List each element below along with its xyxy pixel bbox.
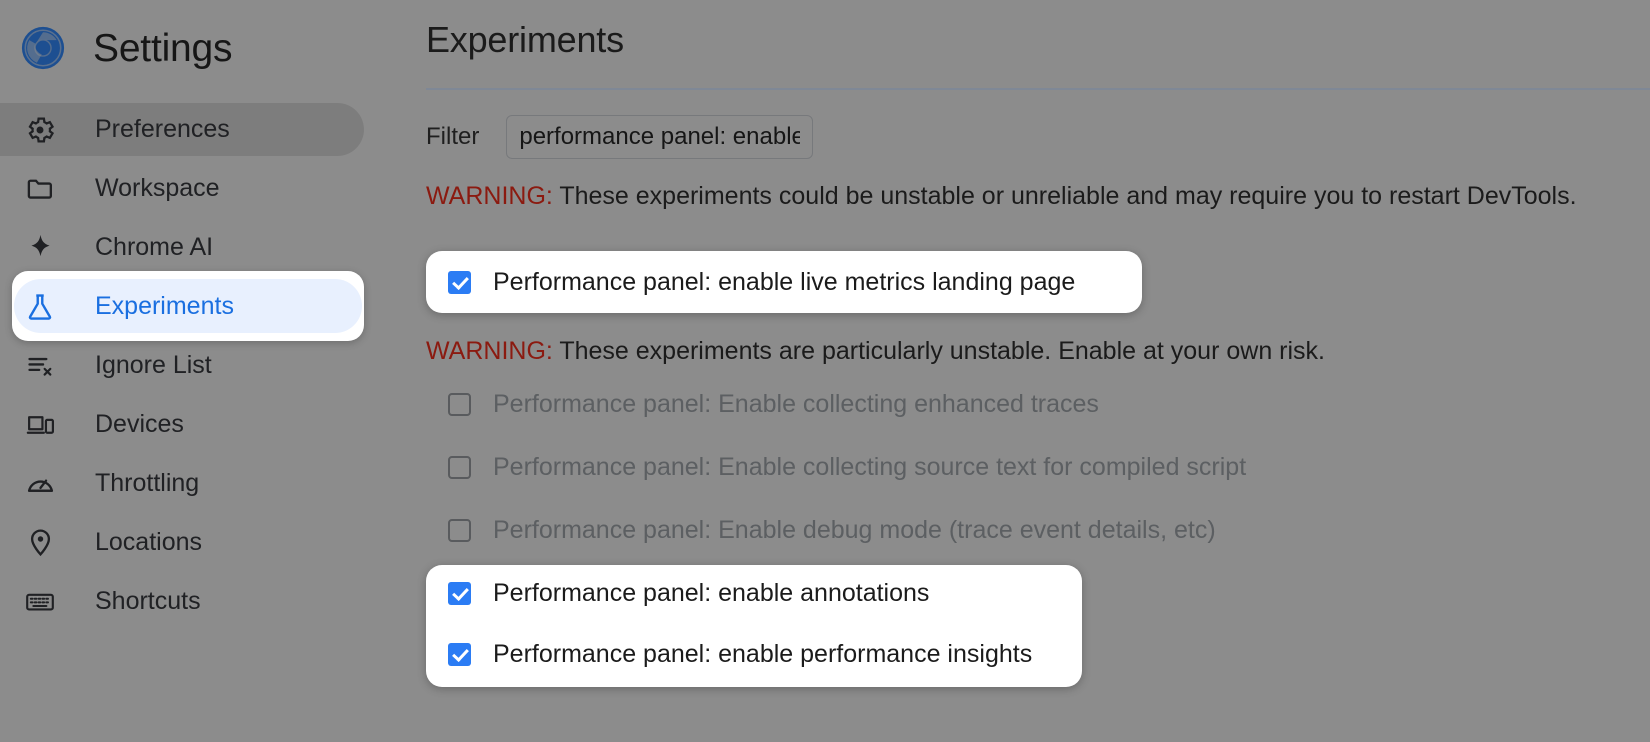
gauge-icon xyxy=(20,464,60,504)
filter-label: Filter xyxy=(426,123,480,150)
sidebar-item-label: Shortcuts xyxy=(95,587,201,615)
checkbox-checked[interactable] xyxy=(448,270,471,294)
warning-stable: WARNING: These experiments could be unst… xyxy=(426,180,1641,212)
sidebar-item-throttling[interactable]: Throttling xyxy=(0,454,412,513)
sidebar-item-ignore-list[interactable]: Ignore List xyxy=(0,336,412,395)
experiments-panel: Experiments Filter WARNING: These experi… xyxy=(412,0,1650,742)
checkbox-unchecked xyxy=(448,518,471,542)
experiment-row: Performance panel: Enable collecting sou… xyxy=(448,447,1246,487)
sidebar-item-chrome-ai[interactable]: Chrome AI xyxy=(0,218,412,277)
sidebar-item-experiments[interactable]: Experiments xyxy=(0,271,412,341)
sidebar-item-label: Devices xyxy=(95,410,184,438)
sparkle-icon xyxy=(20,228,60,268)
experiment-label: Performance panel: enable performance in… xyxy=(493,639,1033,668)
title-divider xyxy=(426,88,1650,90)
experiment-row: Performance panel: Enable collecting enh… xyxy=(448,384,1099,424)
page-title: Experiments xyxy=(426,19,624,60)
checkbox-checked[interactable] xyxy=(448,642,471,666)
devices-icon xyxy=(20,405,60,445)
experiment-row[interactable]: Performance panel: enable annotations xyxy=(448,573,929,613)
map-pin-icon xyxy=(20,523,60,563)
warning-prefix: WARNING: xyxy=(426,182,553,210)
sidebar-item-label: Ignore List xyxy=(95,351,212,379)
experiment-label: Performance panel: Enable collecting enh… xyxy=(493,389,1099,418)
warning-text: These experiments could be unstable or u… xyxy=(552,182,1577,210)
checkbox-unchecked xyxy=(448,455,471,479)
warning-unstable: WARNING: These experiments are particula… xyxy=(426,335,1641,367)
sidebar-item-label: Preferences xyxy=(95,115,230,143)
sidebar-item-label: Experiments xyxy=(95,292,234,320)
experiment-label: Performance panel: enable annotations xyxy=(493,578,930,607)
sidebar-item-label: Chrome AI xyxy=(95,233,214,261)
sidebar-item-label: Throttling xyxy=(95,469,200,497)
filter-row: Filter xyxy=(426,115,814,159)
flask-icon xyxy=(20,287,60,327)
experiment-row[interactable]: Performance panel: enable performance in… xyxy=(448,634,1032,674)
keyboard-icon xyxy=(20,582,60,622)
warning-prefix: WARNING: xyxy=(426,337,553,365)
warning-text: These experiments are particularly unsta… xyxy=(552,337,1325,365)
sidebar-item-label: Workspace xyxy=(95,174,220,202)
folder-icon xyxy=(20,169,60,209)
sidebar-item-label: Locations xyxy=(95,528,203,556)
sidebar-item-preferences[interactable]: Preferences xyxy=(0,100,412,159)
settings-dialog: Settings Preferences Workspace Chrome AI… xyxy=(0,0,1650,742)
settings-nav-list: Preferences Workspace Chrome AI Experime… xyxy=(0,100,412,631)
checkbox-unchecked xyxy=(448,392,471,416)
gear-icon xyxy=(20,110,60,150)
app-title: Settings xyxy=(93,26,233,70)
filter-input[interactable] xyxy=(506,115,814,159)
chrome-logo-icon xyxy=(21,26,65,70)
sidebar-item-workspace[interactable]: Workspace xyxy=(0,159,412,218)
experiment-row[interactable]: Performance panel: enable live metrics l… xyxy=(448,262,1075,302)
checkbox-checked[interactable] xyxy=(448,581,471,605)
experiment-label: Performance panel: Enable collecting sou… xyxy=(493,452,1247,481)
experiment-label: Performance panel: Enable debug mode (tr… xyxy=(493,515,1216,544)
sidebar-item-shortcuts[interactable]: Shortcuts xyxy=(0,572,412,631)
sidebar-item-devices[interactable]: Devices xyxy=(0,395,412,454)
settings-sidebar: Settings Preferences Workspace Chrome AI… xyxy=(0,0,412,742)
experiment-label: Performance panel: enable live metrics l… xyxy=(493,267,1076,296)
experiment-row: Performance panel: Enable debug mode (tr… xyxy=(448,510,1216,550)
app-brand: Settings xyxy=(0,0,412,96)
sidebar-item-locations[interactable]: Locations xyxy=(0,513,412,572)
list-x-icon xyxy=(20,346,60,386)
